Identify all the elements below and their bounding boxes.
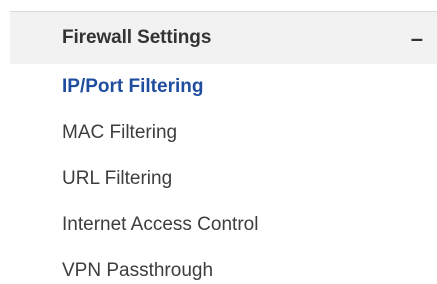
submenu-item-ip-port-filtering[interactable]: IP/Port Filtering	[62, 64, 258, 110]
submenu-item-mac-filtering[interactable]: MAC Filtering	[62, 110, 258, 156]
submenu-list: IP/Port Filtering MAC Filtering URL Filt…	[62, 64, 258, 284]
submenu-item-vpn-passthrough[interactable]: VPN Passthrough	[62, 248, 258, 284]
section-header-firewall-settings[interactable]: Firewall Settings –	[10, 12, 437, 64]
section-title: Firewall Settings	[62, 27, 212, 48]
submenu-item-internet-access-control[interactable]: Internet Access Control	[62, 202, 258, 248]
minus-icon[interactable]: –	[411, 28, 423, 50]
firewall-settings-menu: Firewall Settings – IP/Port Filtering MA…	[0, 0, 437, 284]
submenu-item-url-filtering[interactable]: URL Filtering	[62, 156, 258, 202]
